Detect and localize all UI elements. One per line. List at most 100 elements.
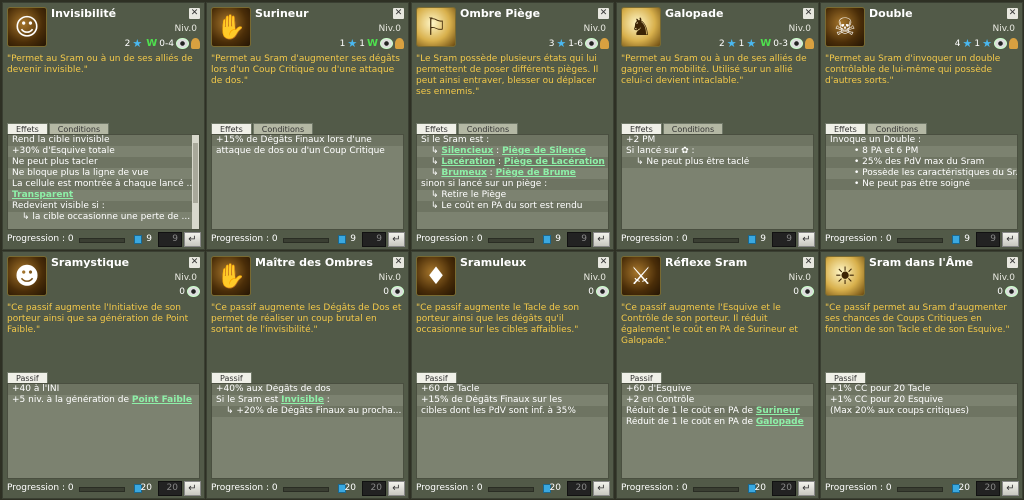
double-skull-icon[interactable]: ☠ [825, 7, 865, 47]
close-button[interactable]: ✕ [1007, 8, 1018, 19]
validate-button[interactable]: ↵ [184, 481, 201, 496]
tab-conditions[interactable]: Conditions [662, 123, 724, 134]
effect-row: • 25% des PdV max du Sram [826, 157, 1017, 168]
effect-link[interactable]: Brumeux [441, 168, 486, 178]
tab-conditions[interactable]: Conditions [252, 123, 314, 134]
tab-effets[interactable]: Effets [416, 123, 457, 134]
tab-passif[interactable]: Passif [416, 372, 457, 383]
level-input[interactable]: 9 [976, 232, 1000, 247]
close-button[interactable]: ✕ [598, 8, 609, 19]
validate-button[interactable]: ↵ [184, 232, 201, 247]
effect-text: cibles dont les PdV sont inf. à 35% [421, 406, 576, 416]
target-bust-icon [191, 38, 200, 49]
spell-card: ♞ Galopade ✕ Niv.0 2 ★ 1 ★ W 0-3 "Permet au Sram o… [616, 2, 819, 250]
spell-costs: 1 ★ 1 W [340, 37, 404, 50]
effect-link[interactable]: Silencieux [441, 146, 493, 156]
effect-text: attaque de dos ou d'un Coup Critique [216, 146, 385, 156]
level-input[interactable]: 20 [567, 481, 591, 496]
effect-row: Redevient visible si : [8, 201, 199, 212]
effect-link[interactable]: Invisible [281, 395, 324, 405]
backstab-dagger-icon[interactable]: ✋ [211, 7, 251, 47]
level-input[interactable]: 20 [772, 481, 796, 496]
spell-card: ⚔ Réflexe Sram ✕ Niv.0 0 "Ce passif augmente … [616, 251, 819, 499]
tab-effets[interactable]: Effets [621, 123, 662, 134]
tab-passif[interactable]: Passif [621, 372, 662, 383]
close-button[interactable]: ✕ [803, 8, 814, 19]
sramystique-icon[interactable]: ☻ [7, 256, 47, 296]
spell-level: Niv.0 [992, 24, 1015, 34]
close-button[interactable]: ✕ [598, 257, 609, 268]
sramuleux-icon[interactable]: ♦ [416, 256, 456, 296]
shadow-master-icon[interactable]: ✋ [211, 256, 251, 296]
spell-description: "Permet au Sram ou à un de ses alliés de… [7, 54, 193, 75]
effect-row: Ne peut plus tacler [8, 157, 199, 168]
tab-conditions[interactable]: Conditions [48, 123, 110, 134]
level-input[interactable]: 9 [158, 232, 182, 247]
effect-link[interactable]: Surineur [756, 406, 800, 416]
effect-row: +40% aux Dégâts de dos [212, 384, 403, 395]
tab-effets[interactable]: Effets [211, 123, 252, 134]
close-button[interactable]: ✕ [189, 8, 200, 19]
effect-link[interactable]: Piège de Lacération [504, 157, 605, 167]
effects-list: Rend la cible invisible +30% d'Esquive to… [7, 134, 200, 230]
level-input[interactable]: 9 [362, 232, 386, 247]
scrollbar-thumb[interactable] [193, 143, 198, 203]
spell-level: Niv.0 [583, 24, 606, 34]
effect-row: sinon si lancé sur un piège : [417, 179, 608, 190]
close-button[interactable]: ✕ [1007, 257, 1018, 268]
line-of-sight-icon [801, 286, 814, 297]
validate-button[interactable]: ↵ [388, 481, 405, 496]
effect-link[interactable]: Lacération [441, 157, 495, 167]
tab-effets[interactable]: Effets [825, 123, 866, 134]
spell-description: "Ce passif permet au Sram d'augmenter se… [825, 303, 1010, 335]
tab-conditions[interactable]: Conditions [866, 123, 928, 134]
tab-passif[interactable]: Passif [825, 372, 866, 383]
validate-button[interactable]: ↵ [798, 232, 815, 247]
max-level: 9 [555, 234, 561, 244]
progression-label: Progression : 0 [7, 483, 74, 493]
validate-button[interactable]: ↵ [593, 481, 610, 496]
mp-cost: 1 [738, 38, 745, 49]
level-input[interactable]: 20 [976, 481, 1000, 496]
effect-tabs: Passif [7, 372, 49, 383]
level-input[interactable]: 9 [567, 232, 591, 247]
tab-conditions[interactable]: Conditions [457, 123, 519, 134]
effects-list: Si le Sram est : ↳ Silencieux : Piège de … [416, 134, 609, 230]
close-button[interactable]: ✕ [803, 257, 814, 268]
progression-track [283, 487, 329, 492]
close-button[interactable]: ✕ [189, 257, 200, 268]
effect-tabs: Passif [416, 372, 458, 383]
reflex-sram-icon[interactable]: ⚔ [621, 256, 661, 296]
tab-effets[interactable]: Effets [7, 123, 48, 134]
effects-scrollbar[interactable] [192, 135, 199, 229]
tab-passif[interactable]: Passif [211, 372, 252, 383]
effect-link[interactable]: Galopade [756, 417, 804, 427]
level-input[interactable]: 9 [772, 232, 796, 247]
effect-link[interactable]: Piège de Brume [496, 168, 576, 178]
invisibility-icon[interactable]: ☺ [7, 7, 47, 47]
validate-button[interactable]: ↵ [1002, 232, 1019, 247]
validate-button[interactable]: ↵ [1002, 481, 1019, 496]
sram-soul-icon[interactable]: ☀ [825, 256, 865, 296]
level-input[interactable]: 20 [158, 481, 182, 496]
tab-passif[interactable]: Passif [7, 372, 48, 383]
close-button[interactable]: ✕ [393, 8, 404, 19]
max-level: 9 [350, 234, 356, 244]
validate-button[interactable]: ↵ [388, 232, 405, 247]
close-button[interactable]: ✕ [393, 257, 404, 268]
ap-star-icon: ★ [726, 37, 737, 50]
ap-star-icon: ★ [962, 37, 973, 50]
trap-shadow-icon[interactable]: ⚐ [416, 7, 456, 47]
effect-text: Ne peut plus tacler [12, 157, 98, 167]
progression-label: Progression : 0 [416, 483, 483, 493]
effect-text: : [495, 157, 504, 167]
effect-link[interactable]: Transparent [12, 190, 73, 200]
validate-button[interactable]: ↵ [593, 232, 610, 247]
effect-link[interactable]: Piège de Silence [502, 146, 586, 156]
level-input[interactable]: 20 [362, 481, 386, 496]
effect-link[interactable]: Point Faible [132, 395, 192, 405]
validate-button[interactable]: ↵ [798, 481, 815, 496]
line-of-sight-icon [176, 38, 189, 49]
line-of-sight-icon [596, 286, 609, 297]
galop-runner-icon[interactable]: ♞ [621, 7, 661, 47]
